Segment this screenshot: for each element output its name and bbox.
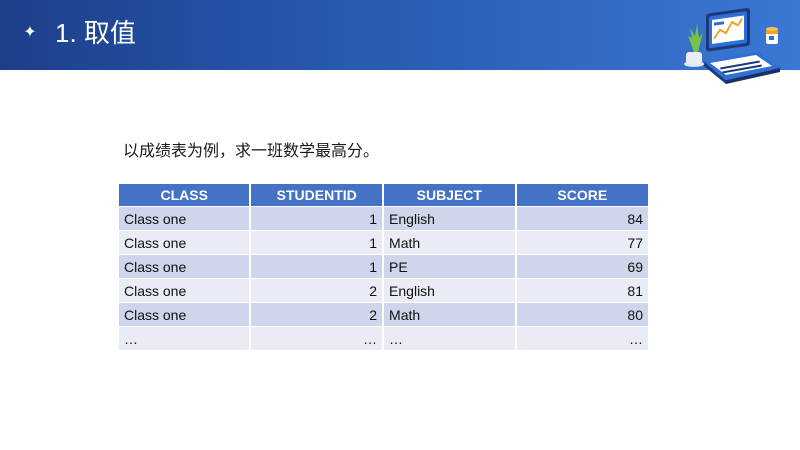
cell-subject: Math	[384, 303, 515, 326]
column-header-subject: SUBJECT	[384, 184, 515, 206]
cell-class: …	[119, 327, 250, 350]
intro-text: 以成绩表为例，求一班数学最高分。	[123, 141, 380, 160]
slide: ✦ 1. 取值 以成绩表为例，求一班数学最高分。 CLASS STUDENTID…	[0, 0, 800, 450]
cell-studentid: 1	[251, 207, 383, 230]
column-header-score: SCORE	[516, 184, 648, 206]
cell-score: 80	[516, 303, 648, 326]
header-bar: ✦ 1. 取值	[0, 0, 800, 84]
cell-score: …	[516, 327, 648, 350]
cell-class: Class one	[119, 279, 250, 302]
cell-studentid: 2	[251, 279, 383, 302]
cell-class: Class one	[119, 303, 250, 326]
cell-score: 84	[516, 207, 648, 230]
table-row: Class one 1 English 84	[119, 207, 648, 230]
column-header-class: CLASS	[119, 184, 250, 206]
cell-subject: English	[384, 207, 515, 230]
table-row: Class one 1 Math 77	[119, 231, 648, 254]
sparkle-star-icon: ✦	[23, 24, 37, 41]
cell-subject: PE	[384, 255, 515, 278]
table-row: Class one 2 English 81	[119, 279, 648, 302]
cell-score: 81	[516, 279, 648, 302]
table-row: Class one 2 Math 80	[119, 303, 648, 326]
table-row: … … … …	[119, 327, 648, 350]
table-row: Class one 1 PE 69	[119, 255, 648, 278]
score-table: CLASS STUDENTID SUBJECT SCORE Class one …	[117, 183, 650, 351]
cell-class: Class one	[119, 255, 250, 278]
table-header-row: CLASS STUDENTID SUBJECT SCORE	[119, 184, 648, 206]
cell-class: Class one	[119, 231, 250, 254]
cell-subject: …	[384, 327, 515, 350]
cell-class: Class one	[119, 207, 250, 230]
cell-subject: English	[384, 279, 515, 302]
cell-studentid: 2	[251, 303, 383, 326]
cell-subject: Math	[384, 231, 515, 254]
laptop-illustration-icon	[684, 7, 780, 84]
cell-studentid: …	[251, 327, 383, 350]
cell-score: 69	[516, 255, 648, 278]
column-header-studentid: STUDENTID	[251, 184, 383, 206]
cell-studentid: 1	[251, 255, 383, 278]
cell-studentid: 1	[251, 231, 383, 254]
page-title: 1. 取值	[55, 18, 136, 48]
cell-score: 77	[516, 231, 648, 254]
